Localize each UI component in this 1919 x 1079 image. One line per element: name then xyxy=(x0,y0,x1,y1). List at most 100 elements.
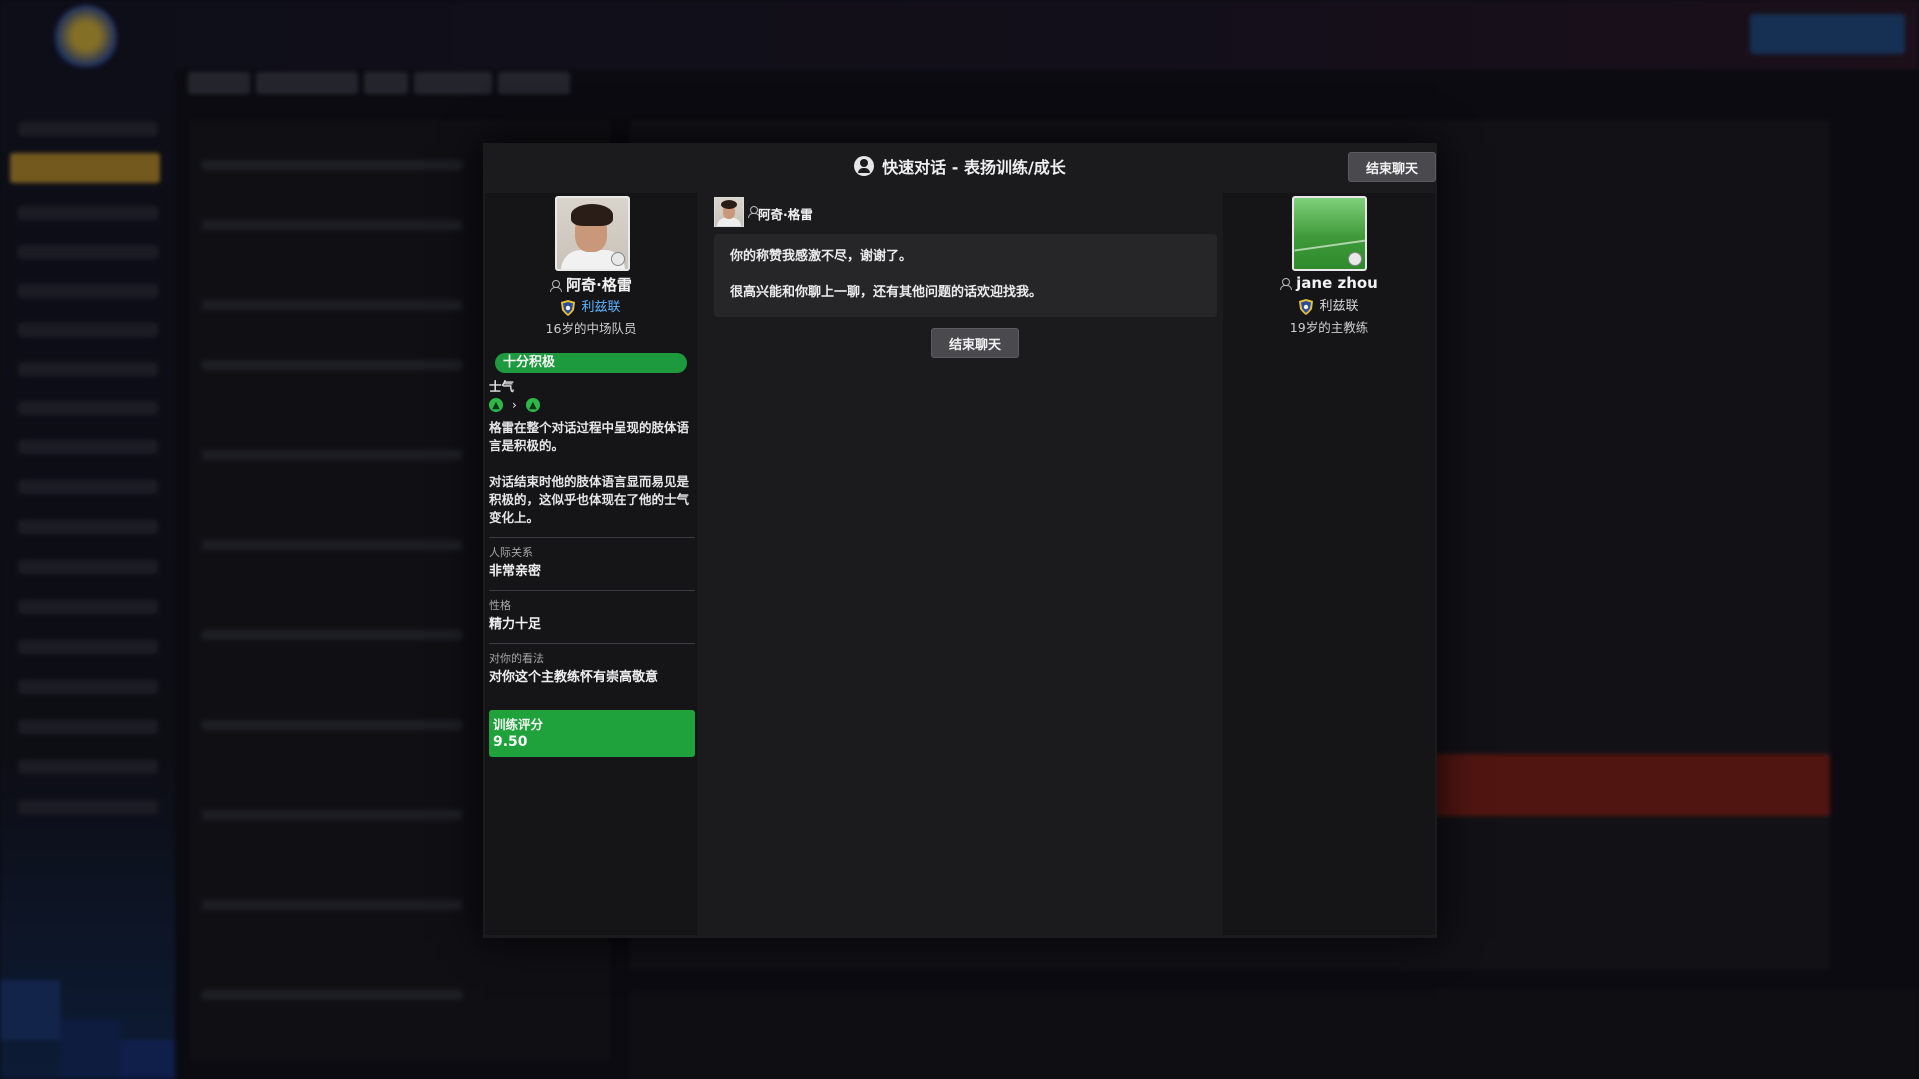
sidebar-item xyxy=(18,122,158,136)
background-list-row xyxy=(202,450,462,460)
player-name-row: 阿奇·格雷 xyxy=(485,274,697,295)
relationship-value: 非常亲密 xyxy=(489,564,542,579)
manager-club-row: 利兹联 xyxy=(1223,295,1435,315)
training-rating-box: 训练评分 9.50 xyxy=(489,710,695,757)
background-list-row xyxy=(202,900,462,910)
manager-description: 19岁的主教练 xyxy=(1289,320,1369,335)
person-icon xyxy=(1280,278,1293,290)
sidebar-item xyxy=(18,720,158,734)
chevron-right-icon: › xyxy=(512,398,517,412)
sidebar-item xyxy=(18,206,158,220)
player-name[interactable]: 阿奇·格雷 xyxy=(566,276,632,294)
background-continue-button xyxy=(1750,14,1905,54)
background-tabs xyxy=(188,72,588,96)
divider xyxy=(489,643,695,644)
manager-panel: jane zhou 利兹联 19岁的主教练 xyxy=(1223,193,1435,935)
body-language-text-2: 对话结束时他的肢体语言显而易见是积极的，这似乎也体现在了他的士气变化上。 xyxy=(489,474,690,525)
training-rating-label: 训练评分 xyxy=(493,717,544,732)
sidebar-item xyxy=(18,480,158,494)
portrait-hair xyxy=(571,204,613,226)
player-club-link[interactable]: 利兹联 xyxy=(581,300,620,315)
background-list-row xyxy=(202,810,462,820)
sidebar-item xyxy=(18,323,158,337)
background-list-row xyxy=(202,540,462,550)
dialog-header: 快速对话 - 表扬训练/成长 xyxy=(483,143,1437,189)
player-club-row: 利兹联 xyxy=(485,296,697,316)
sidebar-item xyxy=(18,600,158,614)
sidebar-item xyxy=(18,520,158,534)
background-tab xyxy=(364,72,408,94)
body-language-text-1: 格雷在整个对话过程中呈现的肢体语言是积极的。 xyxy=(489,420,690,453)
person-icon xyxy=(748,206,760,218)
avatar-shirt xyxy=(717,218,741,226)
speech-bubble: 你的称赞我感激不尽，谢谢了。 很高兴能和你聊上一聊，还有其他问题的话欢迎找我。 xyxy=(714,234,1217,317)
club-crest-logo xyxy=(55,5,117,67)
manager-portrait[interactable] xyxy=(1292,196,1367,271)
morale-label: 士气 xyxy=(489,379,515,394)
background-bottom-bar xyxy=(630,990,1919,1079)
relationship-label: 人际关系 xyxy=(489,546,533,559)
sidebar-item xyxy=(18,640,158,654)
divider xyxy=(489,537,695,538)
club-crest-icon xyxy=(561,299,576,316)
speech-line-2: 很高兴能和你聊上一聊，还有其他问题的话欢迎找我。 xyxy=(730,285,1043,300)
pitch-line xyxy=(1294,238,1365,252)
sidebar-item xyxy=(18,760,158,774)
personality-label: 性格 xyxy=(489,599,511,612)
background-list-row xyxy=(202,160,462,170)
end-chat-button-header[interactable]: 结束聊天 xyxy=(1348,152,1436,182)
speech-line-1: 你的称赞我感激不尽，谢谢了。 xyxy=(730,249,913,264)
conversation-panel: 阿奇·格雷 你的称赞我感激不尽，谢谢了。 很高兴能和你聊上一聊，还有其他问题的话… xyxy=(704,193,1217,935)
background-tab xyxy=(414,72,492,94)
person-icon xyxy=(550,280,563,292)
personality-value: 精力十足 xyxy=(489,617,542,632)
background-decor xyxy=(60,1020,120,1079)
player-portrait[interactable] xyxy=(555,196,630,271)
speaker-avatar xyxy=(714,197,744,227)
sidebar-item xyxy=(18,560,158,574)
dialog-title: 快速对话 - 表扬训练/成长 xyxy=(882,158,1066,177)
background-list-row xyxy=(202,990,462,1000)
background-list-row xyxy=(202,630,462,640)
sidebar-item xyxy=(18,245,158,259)
player-panel: 阿奇·格雷 利兹联 16岁的中场队员 十分积极 士气 ▲ › ▲ 格雷在整个对话… xyxy=(485,193,697,935)
manager-name-row: jane zhou xyxy=(1223,274,1435,292)
morale-change: ▲ › ▲ xyxy=(489,398,540,412)
background-list-row xyxy=(202,300,462,310)
background-red-banner xyxy=(1410,754,1830,816)
divider xyxy=(489,590,695,591)
background-tab xyxy=(256,72,358,94)
portrait-badge-icon xyxy=(1348,252,1362,266)
club-crest-icon xyxy=(1299,298,1314,315)
sidebar-item xyxy=(18,680,158,694)
player-description: 16岁的中场队员 xyxy=(545,321,637,336)
background-tab xyxy=(498,72,570,94)
sidebar-item xyxy=(18,284,158,298)
sidebar-item xyxy=(18,440,158,454)
background-topbar xyxy=(0,0,1919,70)
manager-name[interactable]: jane zhou xyxy=(1296,274,1378,292)
sidebar-item xyxy=(18,800,158,814)
end-chat-button[interactable]: 结束聊天 xyxy=(931,328,1019,358)
avatar-hair xyxy=(721,200,737,209)
background-decor xyxy=(120,1040,175,1079)
chat-person-icon xyxy=(854,156,875,176)
background-tab xyxy=(188,72,250,94)
speaker-name: 阿奇·格雷 xyxy=(758,207,813,222)
background-sidebar xyxy=(0,0,175,1079)
sidebar-item xyxy=(18,362,158,376)
opinion-label: 对你的看法 xyxy=(489,652,544,665)
portrait-badge-icon xyxy=(611,252,625,266)
sidebar-item xyxy=(18,401,158,415)
sidebar-item-active xyxy=(10,153,160,183)
background-list-row xyxy=(202,360,462,370)
background-list-row xyxy=(202,220,462,230)
background-decor xyxy=(0,980,60,1040)
morale-after-icon: ▲ xyxy=(525,398,540,412)
mood-badge: 十分积极 xyxy=(495,353,687,373)
opinion-value: 对你这个主教练怀有崇高敬意 xyxy=(489,670,659,685)
manager-club[interactable]: 利兹联 xyxy=(1319,299,1358,314)
background-list-row xyxy=(202,720,462,730)
quick-chat-dialog: 快速对话 - 表扬训练/成长 结束聊天 阿奇·格雷 利兹联 16岁的中场队员 十… xyxy=(483,143,1437,938)
training-rating-value: 9.50 xyxy=(493,734,528,750)
